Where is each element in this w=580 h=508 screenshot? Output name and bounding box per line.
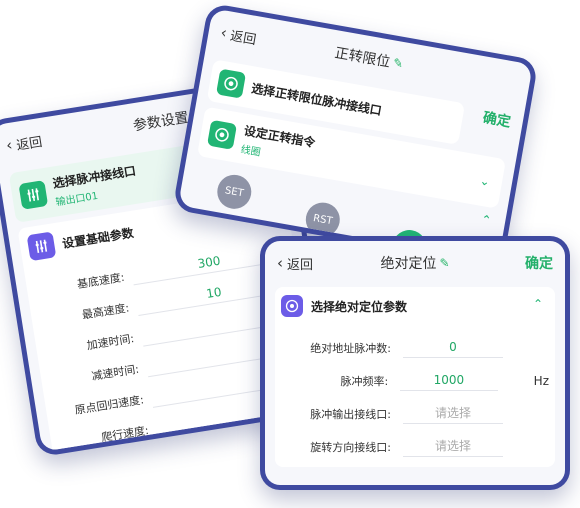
back-button[interactable]: ‹ 返回 (277, 241, 313, 285)
section-absolute-params: 选择绝对定位参数 ⌃ 绝对地址脉冲数: 0 脉冲频率: 1000 Hz 脉冲输出… (275, 287, 555, 467)
chevron-up-icon[interactable]: ⌃ (533, 297, 543, 311)
sliders-icon (18, 180, 49, 210)
chevron-left-icon: ‹ (277, 254, 283, 272)
section-title: 设置基础参数 (61, 225, 135, 251)
param-row: 脉冲频率: 1000 Hz (281, 364, 549, 397)
direction-port-select[interactable]: 请选择 (403, 436, 503, 457)
confirm-button[interactable]: 确定 (479, 95, 514, 143)
param-label: 爬行速度: (100, 423, 150, 444)
edit-icon[interactable]: ✎ (439, 256, 449, 270)
back-label: 返回 (15, 134, 44, 154)
param-label: 旋转方向接线口: (310, 440, 391, 454)
section-title: 选择正转限位脉冲接线口 (250, 80, 383, 118)
back-label: 返回 (287, 257, 314, 273)
confirm-button[interactable]: 确定 (525, 241, 553, 285)
chevron-up-icon[interactable]: ⌃ (480, 212, 492, 228)
page-title-text: 绝对定位 (380, 256, 437, 272)
set-button[interactable]: SET (214, 172, 254, 212)
chevron-left-icon: ‹ (4, 135, 14, 155)
param-label: 绝对地址脉冲数: (310, 341, 391, 355)
page-title-text: 正转限位 (333, 45, 392, 71)
rst-button[interactable]: RST (303, 199, 343, 240)
param-row: 脉冲输出接线口: 请选择 (281, 397, 549, 430)
pulse-output-port-select[interactable]: 请选择 (403, 403, 503, 424)
page-title: 绝对定位 ✎ (380, 253, 449, 273)
back-label: 返回 (229, 28, 258, 48)
target-icon (281, 295, 303, 317)
chevron-down-icon[interactable]: ⌄ (479, 173, 491, 189)
target-icon (215, 68, 247, 99)
param-row: 绝对地址脉冲数: 0 (281, 331, 549, 364)
target-icon (206, 119, 238, 150)
sliders-icon (26, 231, 57, 262)
param-row: 旋转方向接线口: 请选择 (281, 430, 549, 463)
back-button[interactable]: ‹ 返回 (3, 118, 45, 167)
absolute-header: ‹ 返回 绝对定位 ✎ 确定 (265, 241, 565, 285)
absolute-position-card: ‹ 返回 绝对定位 ✎ 确定 选择绝对定位参数 ⌃ 绝对地址脉冲数: 0 脉冲频… (260, 236, 570, 490)
param-label: 脉冲输出接线口: (310, 407, 391, 421)
unit-label: Hz (533, 373, 549, 388)
address-pulse-input[interactable]: 0 (403, 337, 503, 358)
pulse-frequency-input[interactable]: 1000 (400, 370, 498, 391)
chevron-left-icon: ‹ (219, 23, 229, 42)
back-button[interactable]: ‹ 返回 (217, 10, 260, 60)
edit-icon[interactable]: ✎ (392, 56, 404, 72)
page-title: 正转限位 ✎ (333, 42, 404, 74)
param-label: 脉冲频率: (340, 374, 389, 388)
page-title-text: 参数设置 (132, 109, 190, 135)
section-title: 选择绝对定位参数 (311, 299, 408, 314)
